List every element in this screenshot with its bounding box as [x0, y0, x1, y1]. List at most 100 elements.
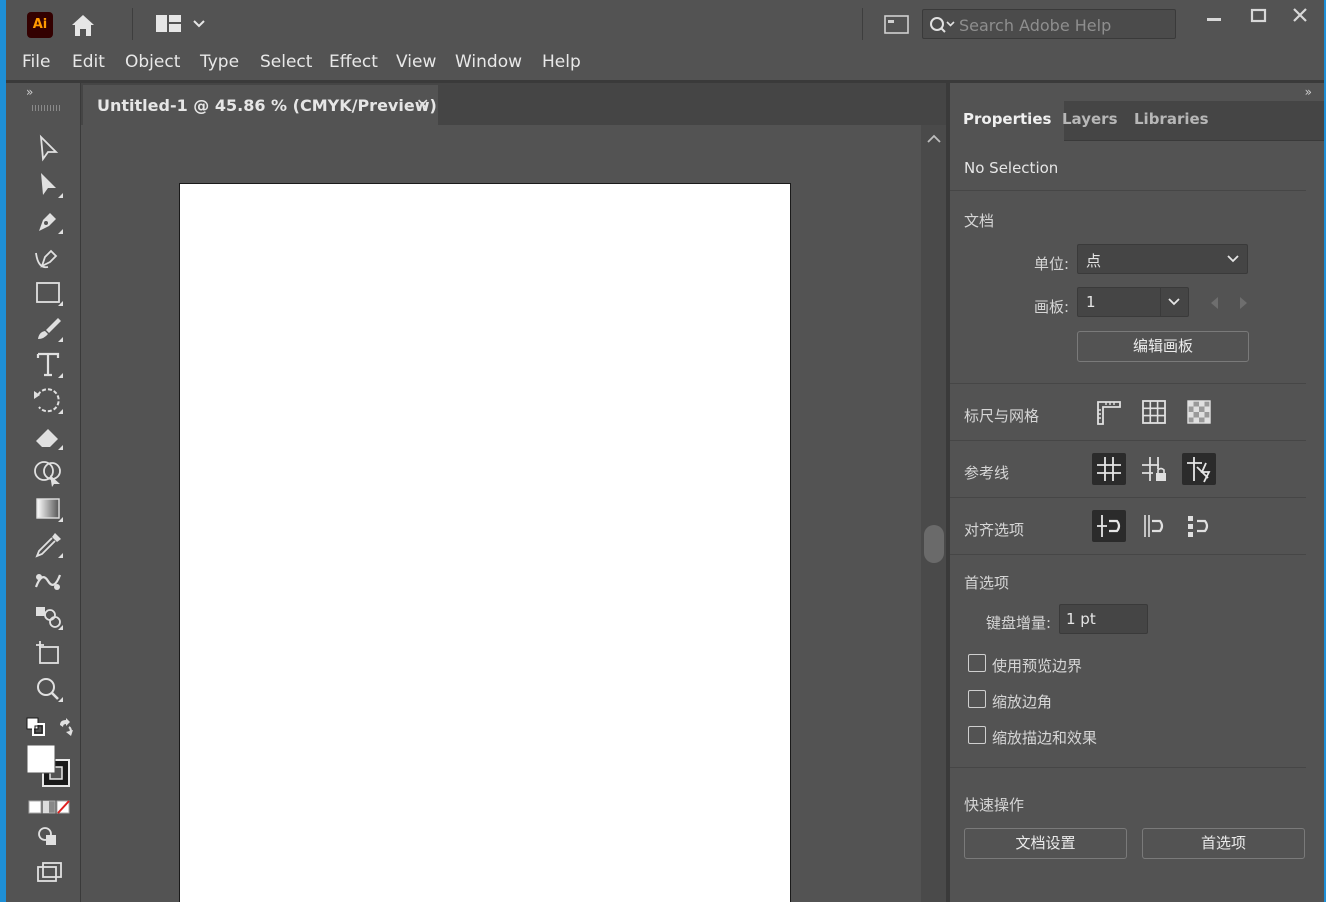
workspace-layout-icon — [156, 15, 205, 32]
shape-builder-tool[interactable] — [30, 457, 66, 489]
draw-mode-icon — [38, 827, 56, 845]
swap-arrow-icon — [60, 718, 73, 736]
vertical-scrollbar[interactable] — [921, 125, 947, 902]
panel-collapse-icon[interactable]: » — [1305, 85, 1312, 99]
minimize-icon — [1207, 18, 1221, 21]
workspace-switcher[interactable] — [156, 12, 218, 36]
grid-icon — [1142, 400, 1166, 424]
blend-tool[interactable] — [30, 565, 66, 597]
transparency-grid-button[interactable] — [1182, 396, 1216, 428]
color-mode-buttons[interactable] — [28, 799, 72, 814]
color-gradient-none-icon — [28, 800, 70, 814]
search-input[interactable] — [959, 14, 1169, 36]
default-fill-stroke-button[interactable] — [26, 717, 46, 737]
close-document-icon[interactable]: ✕ — [416, 95, 429, 114]
tab-libraries[interactable]: Libraries — [1121, 101, 1222, 141]
menu-help[interactable]: Help — [542, 52, 581, 72]
chevron-down-icon — [1168, 298, 1180, 306]
snap-to-grid-button[interactable] — [1137, 510, 1171, 542]
maximize-icon — [1250, 8, 1267, 23]
type-tool[interactable] — [30, 349, 66, 381]
search-box[interactable] — [922, 9, 1176, 39]
fill-stroke-swatches[interactable] — [26, 744, 72, 791]
eyedropper-tool[interactable] — [30, 529, 66, 561]
selection-tool[interactable] — [30, 133, 66, 165]
next-artboard-icon[interactable] — [1238, 296, 1250, 310]
symbol-sprayer-tool[interactable] — [30, 601, 66, 633]
document-tab-bar: Untitled-1 @ 45.86 % (CMYK/Preview) ✕ — [81, 83, 947, 125]
smart-guides-button[interactable] — [1182, 453, 1216, 485]
curvature-pen-icon — [35, 249, 58, 269]
canvas[interactable] — [81, 125, 921, 902]
preferences-button[interactable]: 首选项 — [1142, 828, 1305, 859]
maximize-button[interactable] — [1240, 4, 1276, 28]
pixel-snap-button[interactable] — [1182, 510, 1216, 542]
menu-select[interactable]: Select — [260, 52, 312, 72]
artboard-value: 1 — [1086, 293, 1096, 311]
panel-layout-icon — [884, 15, 909, 34]
rectangle-tool[interactable] — [30, 277, 66, 309]
guides-icon — [1097, 457, 1121, 481]
units-dropdown[interactable]: 点 — [1077, 244, 1248, 274]
gradient-tool[interactable] — [30, 493, 66, 525]
artboard-dropdown[interactable]: 1 — [1077, 287, 1189, 317]
curvature-tool[interactable] — [30, 241, 66, 273]
pen-tool[interactable] — [30, 205, 66, 237]
direct-selection-tool[interactable] — [30, 169, 66, 201]
app-logo: Ai — [27, 12, 53, 38]
eraser-tool[interactable] — [30, 421, 66, 453]
show-grid-button[interactable] — [1137, 396, 1171, 428]
home-button[interactable] — [68, 10, 98, 40]
use-preview-bounds-label: 使用预览边界 — [992, 657, 1083, 675]
scale-strokes-effects-checkbox[interactable] — [968, 726, 986, 744]
symbol-sprayer-icon — [36, 607, 63, 630]
paintbrush-tool[interactable] — [30, 313, 66, 345]
menu-view[interactable]: View — [396, 52, 436, 72]
show-guides-button[interactable] — [1092, 453, 1126, 485]
snap-grid-icon — [1144, 515, 1164, 537]
scale-corners-checkbox[interactable] — [968, 690, 986, 708]
menu-effect[interactable]: Effect — [329, 52, 378, 72]
draw-mode-tool[interactable] — [30, 821, 66, 853]
menu-file[interactable]: File — [22, 52, 50, 72]
app-window: Ai File — [0, 0, 1326, 902]
rotate-tool[interactable] — [30, 385, 66, 417]
toolbar-grip[interactable] — [32, 105, 62, 111]
swap-fill-stroke-button[interactable] — [56, 717, 76, 737]
use-preview-bounds-checkbox[interactable] — [968, 654, 986, 672]
show-rulers-button[interactable] — [1092, 396, 1126, 428]
tab-layers[interactable]: Layers — [1049, 101, 1131, 141]
menu-window[interactable]: Window — [455, 52, 522, 72]
artboard-label: 画板: — [1034, 298, 1070, 316]
document-tab-title: Untitled-1 @ 45.86 % (CMYK/Preview) — [97, 96, 437, 115]
panel-toggle-button[interactable] — [882, 12, 912, 38]
screen-mode-tool[interactable] — [30, 857, 66, 889]
toolbar-collapse-icon[interactable]: » — [26, 85, 33, 99]
menu-edit[interactable]: Edit — [72, 52, 105, 72]
menu-object[interactable]: Object — [125, 52, 180, 72]
lock-guides-button[interactable] — [1137, 453, 1171, 485]
artboard-tool[interactable] — [30, 637, 66, 669]
artboard[interactable] — [179, 183, 791, 902]
document-setup-button[interactable]: 文档设置 — [964, 828, 1127, 859]
section-divider — [950, 190, 1306, 191]
scrollbar-thumb[interactable] — [924, 525, 944, 563]
snap-to-point-button[interactable] — [1092, 510, 1126, 542]
keyboard-increment-input[interactable]: 1 pt — [1059, 604, 1148, 634]
menu-type[interactable]: Type — [200, 52, 239, 72]
section-divider — [950, 497, 1306, 498]
smart-guides-icon — [1187, 457, 1211, 483]
close-icon — [1293, 8, 1307, 22]
zoom-tool[interactable] — [30, 673, 66, 705]
tab-properties[interactable]: Properties — [950, 101, 1065, 141]
quick-actions-title: 快速操作 — [964, 796, 1025, 814]
close-window-button[interactable] — [1282, 4, 1318, 28]
edit-artboards-button[interactable]: 编辑画板 — [1077, 331, 1249, 362]
minimize-button[interactable] — [1196, 4, 1232, 28]
previous-artboard-icon[interactable] — [1208, 296, 1220, 310]
scroll-up-icon[interactable] — [927, 133, 941, 143]
document-tab[interactable]: Untitled-1 @ 45.86 % (CMYK/Preview) ✕ — [83, 85, 438, 125]
properties-panel: » Properties Layers Libraries No Selecti… — [950, 83, 1324, 902]
shape-builder-icon — [34, 461, 61, 487]
keyboard-increment-label: 键盘增量: — [986, 614, 1052, 632]
